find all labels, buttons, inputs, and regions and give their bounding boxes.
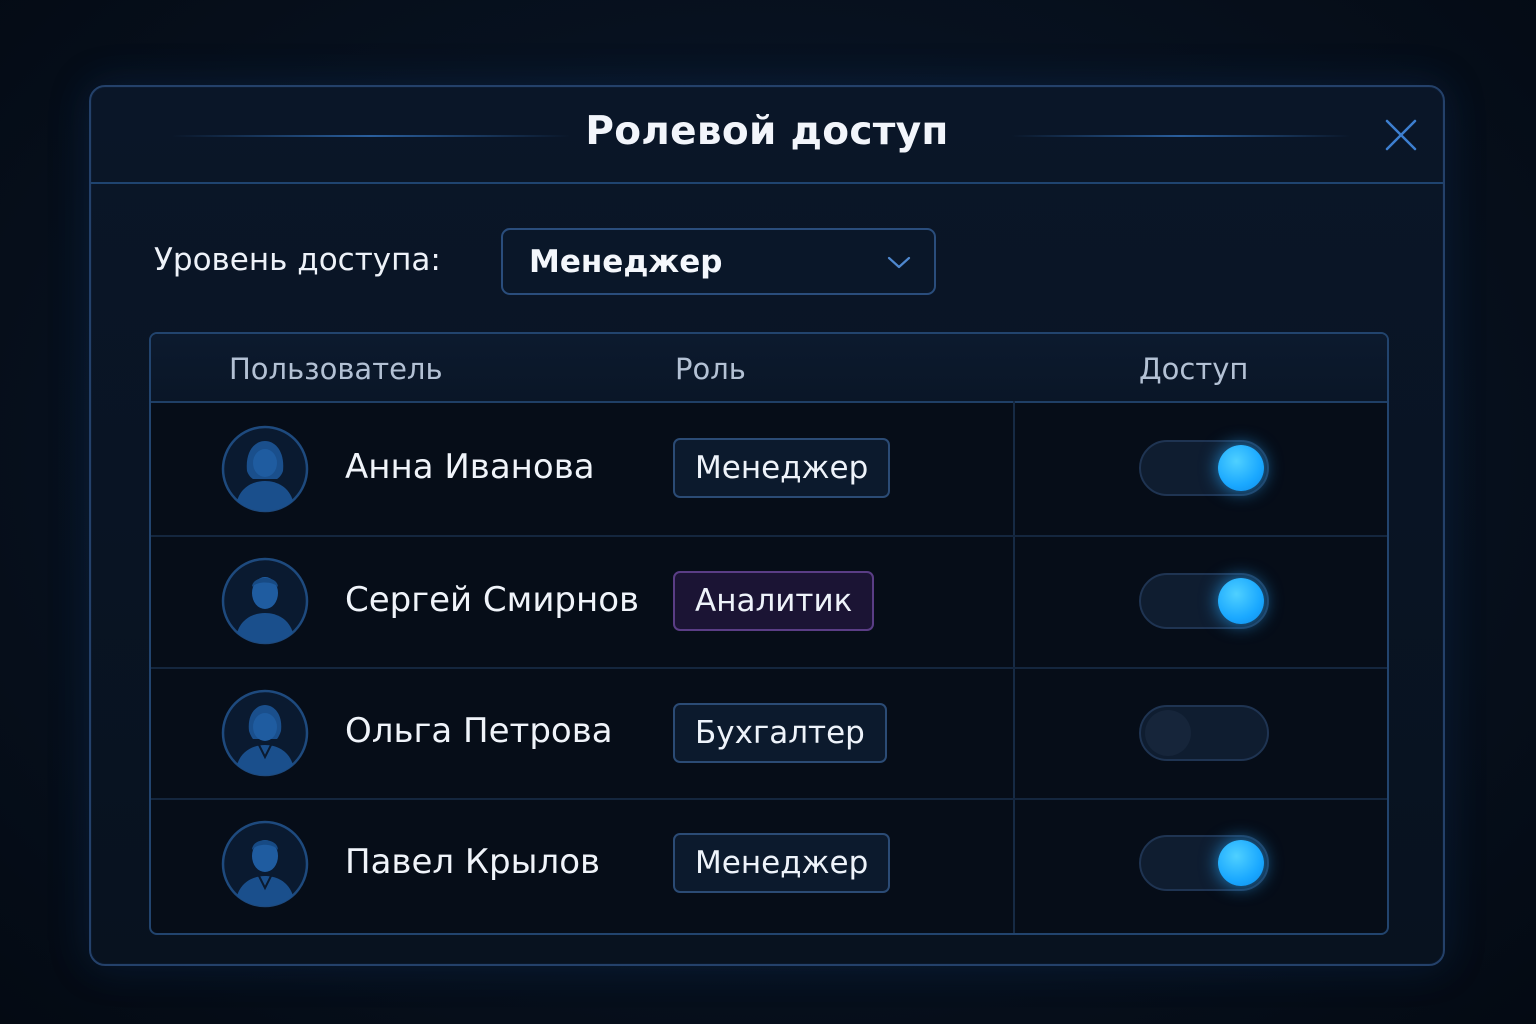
table-row: Ольга Петрова Бухгалтер [151,667,1387,800]
role-badge: Менеджер [673,438,891,498]
toggle-knob [1145,710,1191,756]
table-row: Сергей Смирнов Аналитик [151,535,1387,669]
table-header: Пользователь Роль Доступ [151,334,1387,403]
column-header-user: Пользователь [229,352,443,386]
table-row: Павел Крылов Менеджер [151,798,1387,933]
access-toggle[interactable] [1139,573,1269,629]
close-button[interactable] [1383,117,1419,153]
access-toggle[interactable] [1139,835,1269,891]
user-male-icon [221,557,309,645]
column-header-role: Роль [675,352,746,386]
role-badge: Бухгалтер [673,703,887,763]
access-level-label: Уровень доступа: [154,242,441,278]
column-header-access: Доступ [1139,352,1249,386]
toggle-knob [1218,578,1264,624]
role-access-dialog: Ролевой доступ Уровень доступа: Менеджер… [89,85,1445,966]
toggle-knob [1218,840,1264,886]
access-toggle[interactable] [1139,705,1269,761]
user-name: Ольга Петрова [345,711,613,751]
users-table: Пользователь Роль Доступ Анна Иванова Ме… [149,332,1389,935]
role-badge: Аналитик [673,571,875,631]
user-female-icon [221,425,309,513]
dialog-title: Ролевой доступ [585,109,949,154]
access-toggle[interactable] [1139,440,1269,496]
chevron-down-icon [887,256,911,269]
table-row: Анна Иванова Менеджер [151,401,1387,537]
user-male-icon [221,820,309,908]
user-name: Анна Иванова [345,447,595,487]
access-level-select[interactable]: Менеджер [501,228,936,295]
dialog-header: Ролевой доступ [91,87,1443,184]
user-name: Павел Крылов [345,842,601,882]
user-name: Сергей Смирнов [345,580,640,620]
user-female-icon [221,689,309,777]
role-badge: Менеджер [673,833,891,893]
access-level-selected-value: Менеджер [529,244,723,280]
toggle-knob [1218,445,1264,491]
close-icon [1385,119,1417,151]
